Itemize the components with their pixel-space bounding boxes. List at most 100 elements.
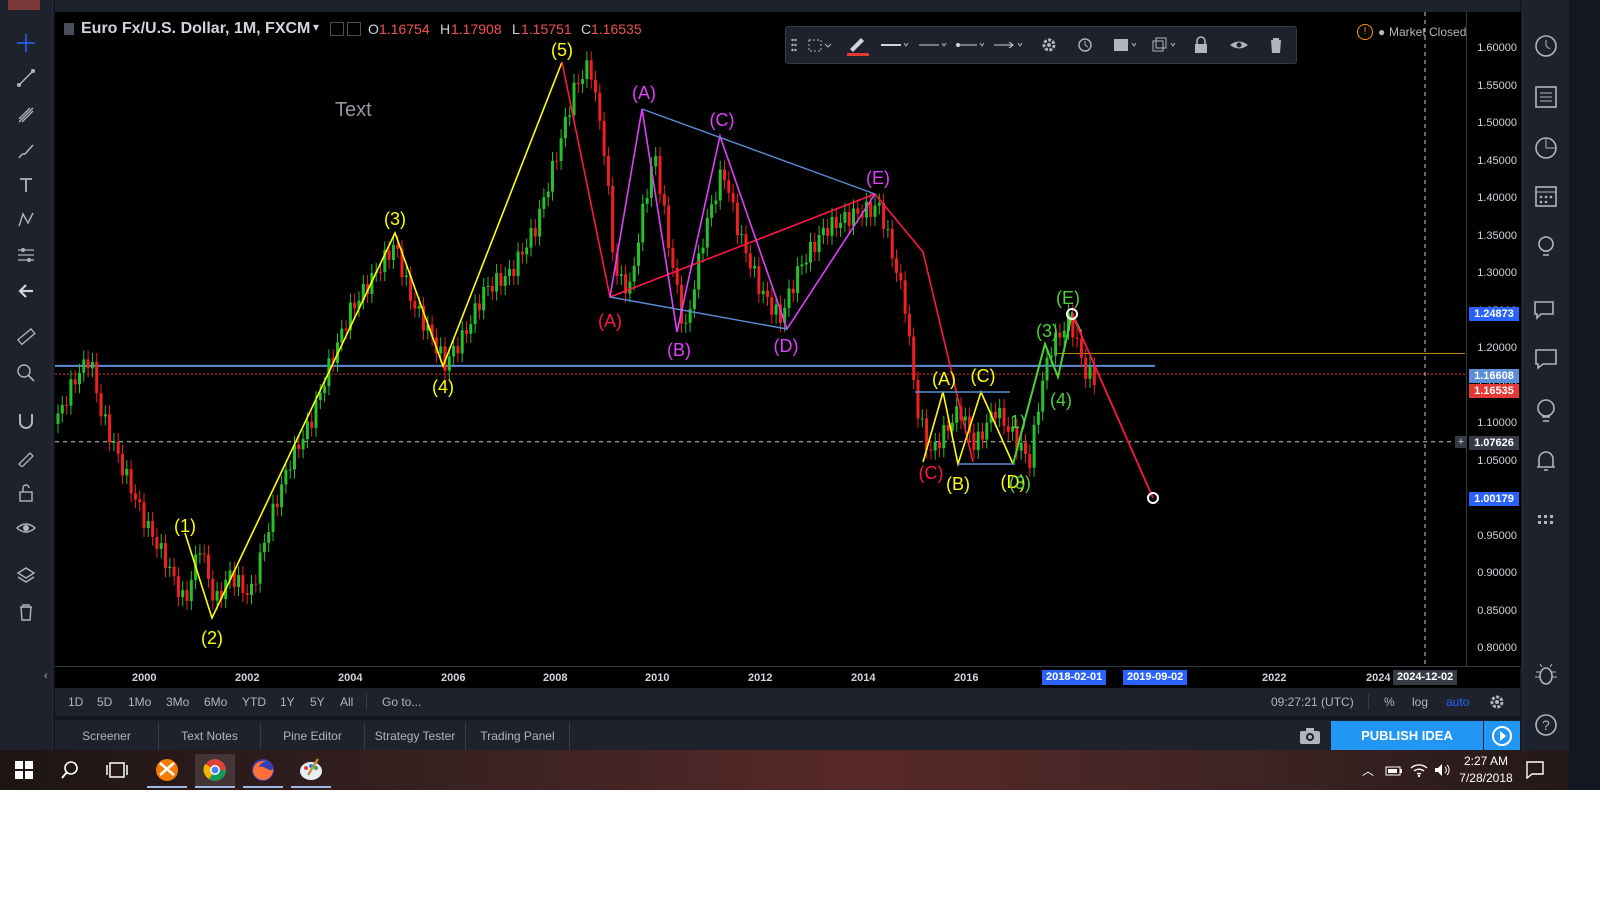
bug-report-icon[interactable] — [1531, 660, 1561, 690]
collapse-arrow-icon[interactable]: ‹ — [44, 670, 48, 682]
alert-icon[interactable] — [1074, 32, 1096, 58]
help-icon[interactable]: ? — [1531, 710, 1561, 740]
crosshair-icon[interactable] — [10, 28, 42, 58]
add-plus-icon[interactable]: + — [1455, 436, 1467, 448]
data-window-icon[interactable] — [1531, 133, 1561, 163]
ideas-lightbulb-icon[interactable] — [1531, 232, 1561, 262]
lock-icon[interactable] — [10, 478, 42, 508]
hide-legend-icon[interactable] — [64, 23, 74, 35]
symbol-title[interactable]: Euro Fx/U.S. Dollar, 1M, FXCM — [81, 20, 310, 38]
price-tick-label: 0.90000 — [1477, 567, 1517, 579]
messages-icon[interactable] — [1531, 344, 1561, 374]
candle-body — [774, 304, 778, 315]
stay-drawing-icon[interactable] — [10, 442, 42, 472]
back-arrow-icon[interactable] — [10, 276, 42, 306]
watchlist-icon[interactable] — [1531, 82, 1561, 112]
eye-icon[interactable] — [10, 513, 42, 543]
battery-icon[interactable] — [1385, 764, 1403, 782]
template-icon[interactable] — [806, 32, 834, 58]
arrow-end-icon[interactable] — [991, 32, 1025, 58]
hide-drawing-icon[interactable] — [1228, 32, 1250, 58]
timeframe-1mo[interactable]: 1Mo — [128, 695, 151, 709]
ruler-icon[interactable] — [10, 322, 42, 352]
prediction-icon[interactable] — [10, 240, 42, 270]
percent-toggle[interactable]: % — [1384, 695, 1395, 709]
volume-icon[interactable] — [1433, 762, 1451, 783]
timeframe-6mo[interactable]: 6Mo — [204, 695, 227, 709]
windows-start-icon[interactable] — [4, 754, 44, 786]
settings-box-icon[interactable] — [330, 22, 344, 36]
trend-line-icon[interactable] — [10, 63, 42, 93]
timeframe-1y[interactable]: 1Y — [280, 695, 295, 709]
notification-bell-icon[interactable] — [1531, 446, 1561, 476]
price-axis[interactable]: 1.60000 1.55000 1.50000 1.45000 1.40000 1.350… — [1466, 12, 1521, 666]
timeframe-3mo[interactable]: 3Mo — [166, 695, 189, 709]
pattern-icon[interactable] — [10, 205, 42, 235]
chart-settings-gear-icon[interactable] — [1489, 694, 1505, 715]
tab-pine-editor[interactable]: Pine Editor — [261, 722, 365, 750]
action-center-icon[interactable] — [1526, 761, 1544, 784]
chrome-icon[interactable] — [195, 754, 235, 788]
log-toggle[interactable]: log — [1412, 695, 1428, 709]
brush-icon[interactable] — [10, 136, 42, 166]
visual-order-icon[interactable] — [1111, 32, 1141, 58]
line-color-icon[interactable] — [844, 32, 870, 58]
pitchfork-icon[interactable] — [10, 100, 42, 130]
watchlist-alarm-icon[interactable] — [1531, 30, 1561, 60]
text-tool-icon[interactable] — [10, 170, 42, 200]
goto-button[interactable]: Go to... — [382, 695, 421, 709]
play-video-icon[interactable] — [1484, 721, 1520, 751]
close-box-icon[interactable] — [347, 22, 361, 36]
taskbar-date[interactable]: 7/28/2018 — [1455, 771, 1517, 785]
price-tick-label: 1.10000 — [1477, 417, 1517, 429]
clock-display[interactable]: 09:27:21 (UTC) — [1271, 695, 1354, 709]
candle-body — [912, 336, 916, 381]
clone-icon[interactable] — [1150, 32, 1180, 58]
gear-icon[interactable] — [1038, 32, 1060, 58]
avatar[interactable] — [8, 0, 40, 10]
camera-icon[interactable] — [1299, 727, 1321, 750]
timeframe-ytd[interactable]: YTD — [242, 695, 266, 709]
tab-text-notes[interactable]: Text Notes — [159, 722, 261, 750]
publish-idea-button[interactable]: PUBLISH IDEA — [1331, 721, 1483, 751]
zoom-icon[interactable] — [10, 358, 42, 388]
firefox-icon[interactable] — [243, 754, 283, 788]
order-panel-grid-icon[interactable] — [1531, 508, 1561, 538]
tray-expand-icon[interactable]: ︿ — [1362, 762, 1374, 779]
price-label-line: 1.16608 — [1469, 369, 1519, 383]
candle-body — [606, 155, 610, 186]
lock-drawing-icon[interactable] — [1191, 32, 1211, 58]
task-view-icon[interactable] — [97, 754, 137, 786]
tab-trading-panel[interactable]: Trading Panel — [466, 722, 570, 750]
chart-canvas[interactable]: (1) (2) (3) (4) (5) (A) (B) (C) (D) (E) (A) (C) (A)(… — [55, 12, 1520, 666]
magnet-icon[interactable] — [10, 406, 42, 436]
timeframe-1d[interactable]: 1D — [68, 695, 83, 709]
trash-icon[interactable] — [10, 597, 42, 627]
chats-icon[interactable] — [1531, 296, 1561, 326]
paint-icon[interactable] — [291, 754, 331, 788]
symbol-dropdown-icon[interactable]: ▾ — [313, 20, 319, 34]
candle-body — [873, 205, 877, 217]
divider — [366, 694, 367, 710]
tab-screener[interactable]: Screener — [55, 722, 159, 750]
delete-drawing-icon[interactable] — [1266, 32, 1286, 58]
timeframe-5y[interactable]: 5Y — [310, 695, 325, 709]
candle-body — [907, 313, 911, 337]
calendar-icon[interactable] — [1531, 181, 1561, 211]
hotlist-icon[interactable] — [1531, 395, 1561, 425]
search-icon[interactable] — [50, 754, 90, 786]
candle-body — [946, 424, 950, 431]
layers-icon[interactable] — [10, 561, 42, 591]
tab-strategy-tester[interactable]: Strategy Tester — [365, 722, 466, 750]
timeframe-all[interactable]: All — [340, 695, 353, 709]
auto-toggle[interactable]: auto — [1446, 695, 1469, 709]
drag-handle-icon[interactable] — [789, 32, 799, 58]
taskbar-time[interactable]: 2:27 AM — [1459, 754, 1513, 768]
line-width-icon[interactable] — [878, 32, 910, 58]
line-style-icon[interactable] — [916, 32, 948, 58]
app-icon-1[interactable] — [147, 754, 187, 788]
wifi-icon[interactable] — [1410, 762, 1428, 783]
time-axis[interactable]: 2000 2002 2004 2006 2008 2010 2012 2014 2016 2022… — [55, 666, 1520, 689]
timeframe-5d[interactable]: 5D — [97, 695, 112, 709]
line-end-icon[interactable] — [954, 32, 986, 58]
